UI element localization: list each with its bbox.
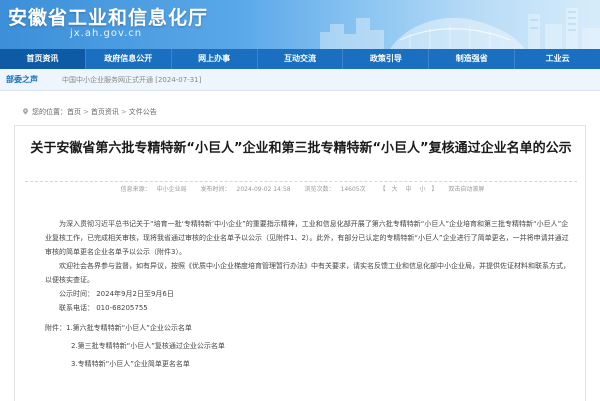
nav-item-manufacturing[interactable]: 制造强省 xyxy=(429,49,516,69)
meta-source: 中小企业局 xyxy=(156,186,187,193)
meta-date: 2024-09-02 14:58 xyxy=(236,186,291,193)
font-size-medium-button[interactable]: 中 xyxy=(406,186,412,193)
font-size-open: 【 xyxy=(379,186,386,193)
attachments-list: 附件：1.第六批专精特新“小巨人”企业公示名单 2.第三批专精特新“小巨人”复核… xyxy=(45,319,571,373)
nav-item-policy[interactable]: 政策引导 xyxy=(343,49,430,69)
meta-views: 14605次 xyxy=(340,186,366,193)
contact-phone: 联系电话： 010-68205755 xyxy=(59,304,148,312)
meta-views-label: 浏览次数： xyxy=(304,186,335,193)
article-body: 为深入贯彻习近平总书记关于“培育一批‘专精特新’中小企业”的重要指示精神，工业和… xyxy=(45,217,571,373)
attachments-label: 附件： xyxy=(45,324,66,332)
breadcrumb-home[interactable]: 首页 xyxy=(67,108,81,116)
breadcrumb-file-notice[interactable]: 文件公告 xyxy=(129,108,157,116)
article-meta: 信息来源： 中小企业局 发布时间： 2024-09-02 14:58 浏览次数： 14… xyxy=(15,184,587,193)
publicity-time: 公示时间： 2024年9月2日至9月6日 xyxy=(59,290,174,298)
breadcrumb: 您的位置：首页 > 首页资讯 > 文件公告 xyxy=(22,107,157,117)
location-icon xyxy=(23,108,28,115)
article-paragraph-1: 为深入贯彻习近平总书记关于“培育一批‘专精特新’中小企业”的重要指示精神，工业和… xyxy=(45,220,569,256)
site-banner: 安徽省工业和信息化厅 jx.ah.gov.cn xyxy=(0,0,600,49)
nav-item-online-service[interactable]: 网上办事 xyxy=(172,49,258,69)
main-nav: 首页资讯 政府信息公开 网上办事 互动交流 政策引导 制造强省 工业云 xyxy=(0,49,600,69)
attachment-link-2[interactable]: 2.第三批专精特新“小巨人”复核通过企业公示名单 xyxy=(45,337,571,355)
auto-scroll-toggle[interactable]: 双击自动滚屏 xyxy=(448,186,484,193)
meta-source-label: 信息来源： xyxy=(120,186,151,193)
breadcrumb-home-news[interactable]: 首页资讯 xyxy=(91,108,119,116)
breadcrumb-separator: > xyxy=(83,108,89,116)
font-size-small-button[interactable]: 小 xyxy=(419,186,425,193)
attachment-link-1[interactable]: 1.第六批专精特新“小巨人”企业公示名单 xyxy=(66,324,192,332)
nav-item-home-news[interactable]: 首页资讯 xyxy=(0,49,86,69)
article-card: 关于安徽省第六批专精特新“小巨人”企业和第三批专精特新“小巨人”复核通过企业名单… xyxy=(14,125,586,401)
ministry-news-link[interactable]: 中国中小企业服务网正式开通 [2024-07-31] xyxy=(62,69,201,91)
title-divider xyxy=(25,181,577,182)
attachment-link-3[interactable]: 3.专精特新“小巨人”企业简单更名名单 xyxy=(45,355,571,373)
ministry-news-strip: 部委之声 中国中小企业服务网正式开通 [2024-07-31] xyxy=(0,69,600,91)
site-domain: jx.ah.gov.cn xyxy=(70,28,143,39)
meta-date-label: 发布时间： xyxy=(200,186,231,193)
nav-item-industry-cloud[interactable]: 工业云 xyxy=(515,49,600,69)
site-title[interactable]: 安徽省工业和信息化厅 xyxy=(8,3,208,30)
attachment-row: 附件：1.第六批专精特新“小巨人”企业公示名单 xyxy=(45,319,571,337)
nav-item-gov-info[interactable]: 政府信息公开 xyxy=(86,49,172,69)
ministry-news-tag: 部委之声 xyxy=(6,75,38,84)
skyline-illustration xyxy=(320,8,600,49)
font-size-large-button[interactable]: 大 xyxy=(392,186,398,193)
font-size-close: 】 xyxy=(431,186,438,193)
breadcrumb-separator: > xyxy=(120,108,127,116)
nav-item-interaction[interactable]: 互动交流 xyxy=(258,49,344,69)
article-title: 关于安徽省第六批专精特新“小巨人”企业和第三批专精特新“小巨人”复核通过企业名单… xyxy=(30,141,572,156)
breadcrumb-prefix: 您的位置： xyxy=(32,108,67,116)
article-paragraph-2: 欢迎社会各界参与监督，如有异议，按照《优质中小企业梯度培育管理暂行办法》中有关要… xyxy=(45,262,570,284)
